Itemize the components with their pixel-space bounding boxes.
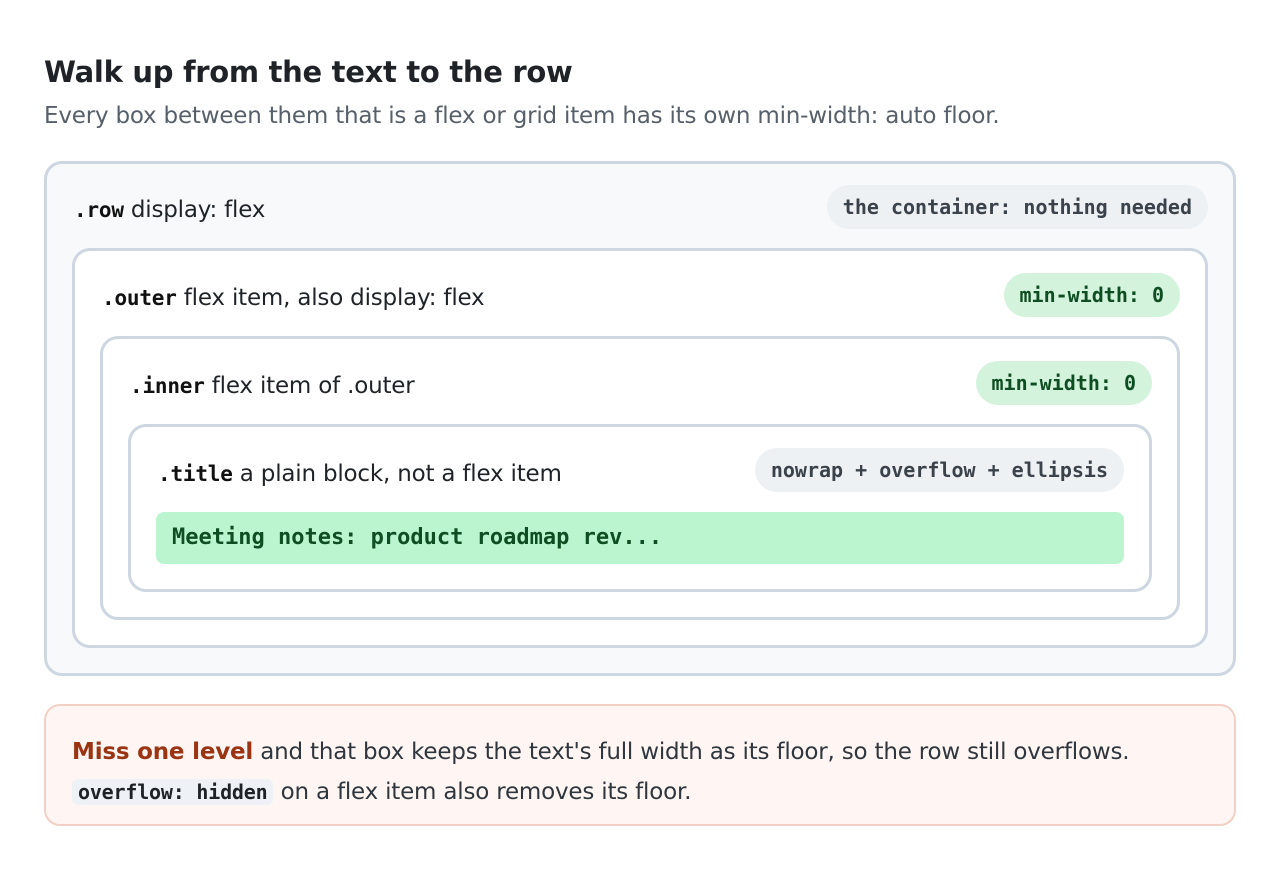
row-label: .row display: flex xyxy=(74,196,265,224)
page: Walk up from the text to the row Every b… xyxy=(44,54,1236,826)
note-line-1: Miss one level and that box keeps the te… xyxy=(72,732,1208,772)
row-pill: the container: nothing needed xyxy=(826,185,1208,229)
note-line-1-text: and that box keeps the text's full width… xyxy=(253,739,1130,765)
outer-selector: .outer xyxy=(102,286,177,310)
title-pill: nowrap + overflow + ellipsis xyxy=(754,448,1124,492)
inner-description: flex item of .outer xyxy=(204,373,415,399)
outer-label: .outer flex item, also display: flex xyxy=(102,284,485,312)
inner-pill: min-width: 0 xyxy=(975,361,1152,405)
note-code: overflow: hidden xyxy=(72,779,274,805)
inner-label: .inner flex item of .outer xyxy=(130,372,415,400)
note-emphasis: Miss one level xyxy=(72,739,254,765)
title-description: a plain block, not a flex item xyxy=(232,461,562,487)
note-line-2: overflow: hidden on a flex item also rem… xyxy=(72,772,1208,812)
row-description: display: flex xyxy=(123,197,266,223)
warning-note: Miss one level and that box keeps the te… xyxy=(44,704,1236,826)
note-line-2-text: on a flex item also removes its floor. xyxy=(273,779,692,805)
outer-description: flex item, also display: flex xyxy=(176,285,485,311)
page-title: Walk up from the text to the row xyxy=(44,55,573,89)
outer-pill: min-width: 0 xyxy=(1003,273,1180,317)
page-subtitle: Every box between them that is a flex or… xyxy=(44,103,1000,129)
title-selector: .title xyxy=(158,462,233,486)
truncated-demo-text: Meeting notes: product roadmap rev... xyxy=(156,512,1124,564)
row-selector: .row xyxy=(74,198,124,222)
inner-selector: .inner xyxy=(130,374,205,398)
title-label: .title a plain block, not a flex item xyxy=(158,460,562,488)
